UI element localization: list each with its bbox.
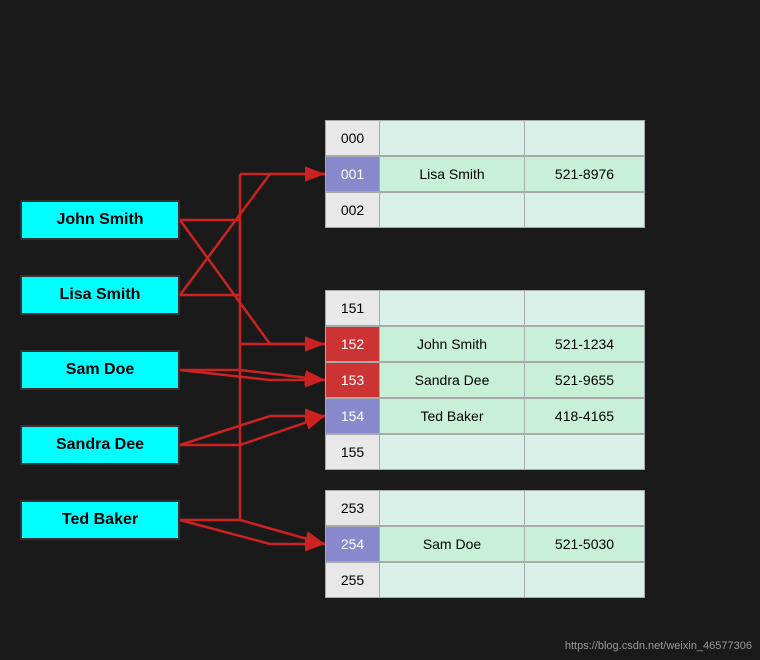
hash-group-151: 151 152 John Smith 521-1234 153 Sandra D… <box>325 290 645 470</box>
hash-index-001: 001 <box>325 156 380 192</box>
hash-index-152: 152 <box>325 326 380 362</box>
hash-phone-155 <box>525 434 645 470</box>
hash-phone-000 <box>525 120 645 156</box>
h-to-153 <box>240 370 325 380</box>
diagram-container: John Smith Lisa Smith Sam Doe Sandra Dee… <box>0 0 760 660</box>
hash-name-153: Sandra Dee <box>380 362 525 398</box>
hash-phone-002 <box>525 192 645 228</box>
hash-phone-001: 521-8976 <box>525 156 645 192</box>
h-to-154 <box>240 416 325 445</box>
hash-index-255: 255 <box>325 562 380 598</box>
hash-row-000: 000 <box>325 120 645 156</box>
person-sam-doe: Sam Doe <box>20 350 180 390</box>
hash-phone-254: 521-5030 <box>525 526 645 562</box>
hash-row-002: 002 <box>325 192 645 228</box>
arrow-sam-153 <box>180 370 325 380</box>
arrow-john-152 <box>180 220 325 344</box>
hash-name-255 <box>380 562 525 598</box>
arrow-ted-254 <box>180 520 325 544</box>
person-ted-baker: Ted Baker <box>20 500 180 540</box>
hash-phone-253 <box>525 490 645 526</box>
hash-row-154: 154 Ted Baker 418-4165 <box>325 398 645 434</box>
h-to-254 <box>240 520 325 544</box>
hash-name-152: John Smith <box>380 326 525 362</box>
hash-phone-255 <box>525 562 645 598</box>
hash-index-153: 153 <box>325 362 380 398</box>
hash-row-155: 155 <box>325 434 645 470</box>
hash-index-002: 002 <box>325 192 380 228</box>
hash-row-001: 001 Lisa Smith 521-8976 <box>325 156 645 192</box>
person-lisa-smith: Lisa Smith <box>20 275 180 315</box>
hash-row-153: 153 Sandra Dee 521-9655 <box>325 362 645 398</box>
person-sandra-dee: Sandra Dee <box>20 425 180 465</box>
hash-index-155: 155 <box>325 434 380 470</box>
person-john-smith: John Smith <box>20 200 180 240</box>
hash-name-000 <box>380 120 525 156</box>
hash-index-254: 254 <box>325 526 380 562</box>
hash-name-155 <box>380 434 525 470</box>
hash-phone-153: 521-9655 <box>525 362 645 398</box>
hash-group-253: 253 254 Sam Doe 521-5030 255 <box>325 490 645 598</box>
hash-name-254: Sam Doe <box>380 526 525 562</box>
hash-index-253: 253 <box>325 490 380 526</box>
hash-phone-152: 521-1234 <box>525 326 645 362</box>
hash-group-000: 000 001 Lisa Smith 521-8976 002 <box>325 120 645 228</box>
watermark: https://blog.csdn.net/weixin_46577306 <box>565 640 752 652</box>
hash-index-154: 154 <box>325 398 380 434</box>
hash-name-151 <box>380 290 525 326</box>
hash-name-002 <box>380 192 525 228</box>
hash-row-255: 255 <box>325 562 645 598</box>
hash-row-152: 152 John Smith 521-1234 <box>325 326 645 362</box>
hash-row-254: 254 Sam Doe 521-5030 <box>325 526 645 562</box>
hash-phone-151 <box>525 290 645 326</box>
hash-name-253 <box>380 490 525 526</box>
hash-index-000: 000 <box>325 120 380 156</box>
arrow-sandra-154 <box>180 416 325 445</box>
hash-row-151: 151 <box>325 290 645 326</box>
hash-name-154: Ted Baker <box>380 398 525 434</box>
arrow-lisa-001 <box>180 174 325 295</box>
hash-phone-154: 418-4165 <box>525 398 645 434</box>
hash-row-253: 253 <box>325 490 645 526</box>
hash-index-151: 151 <box>325 290 380 326</box>
hash-name-001: Lisa Smith <box>380 156 525 192</box>
